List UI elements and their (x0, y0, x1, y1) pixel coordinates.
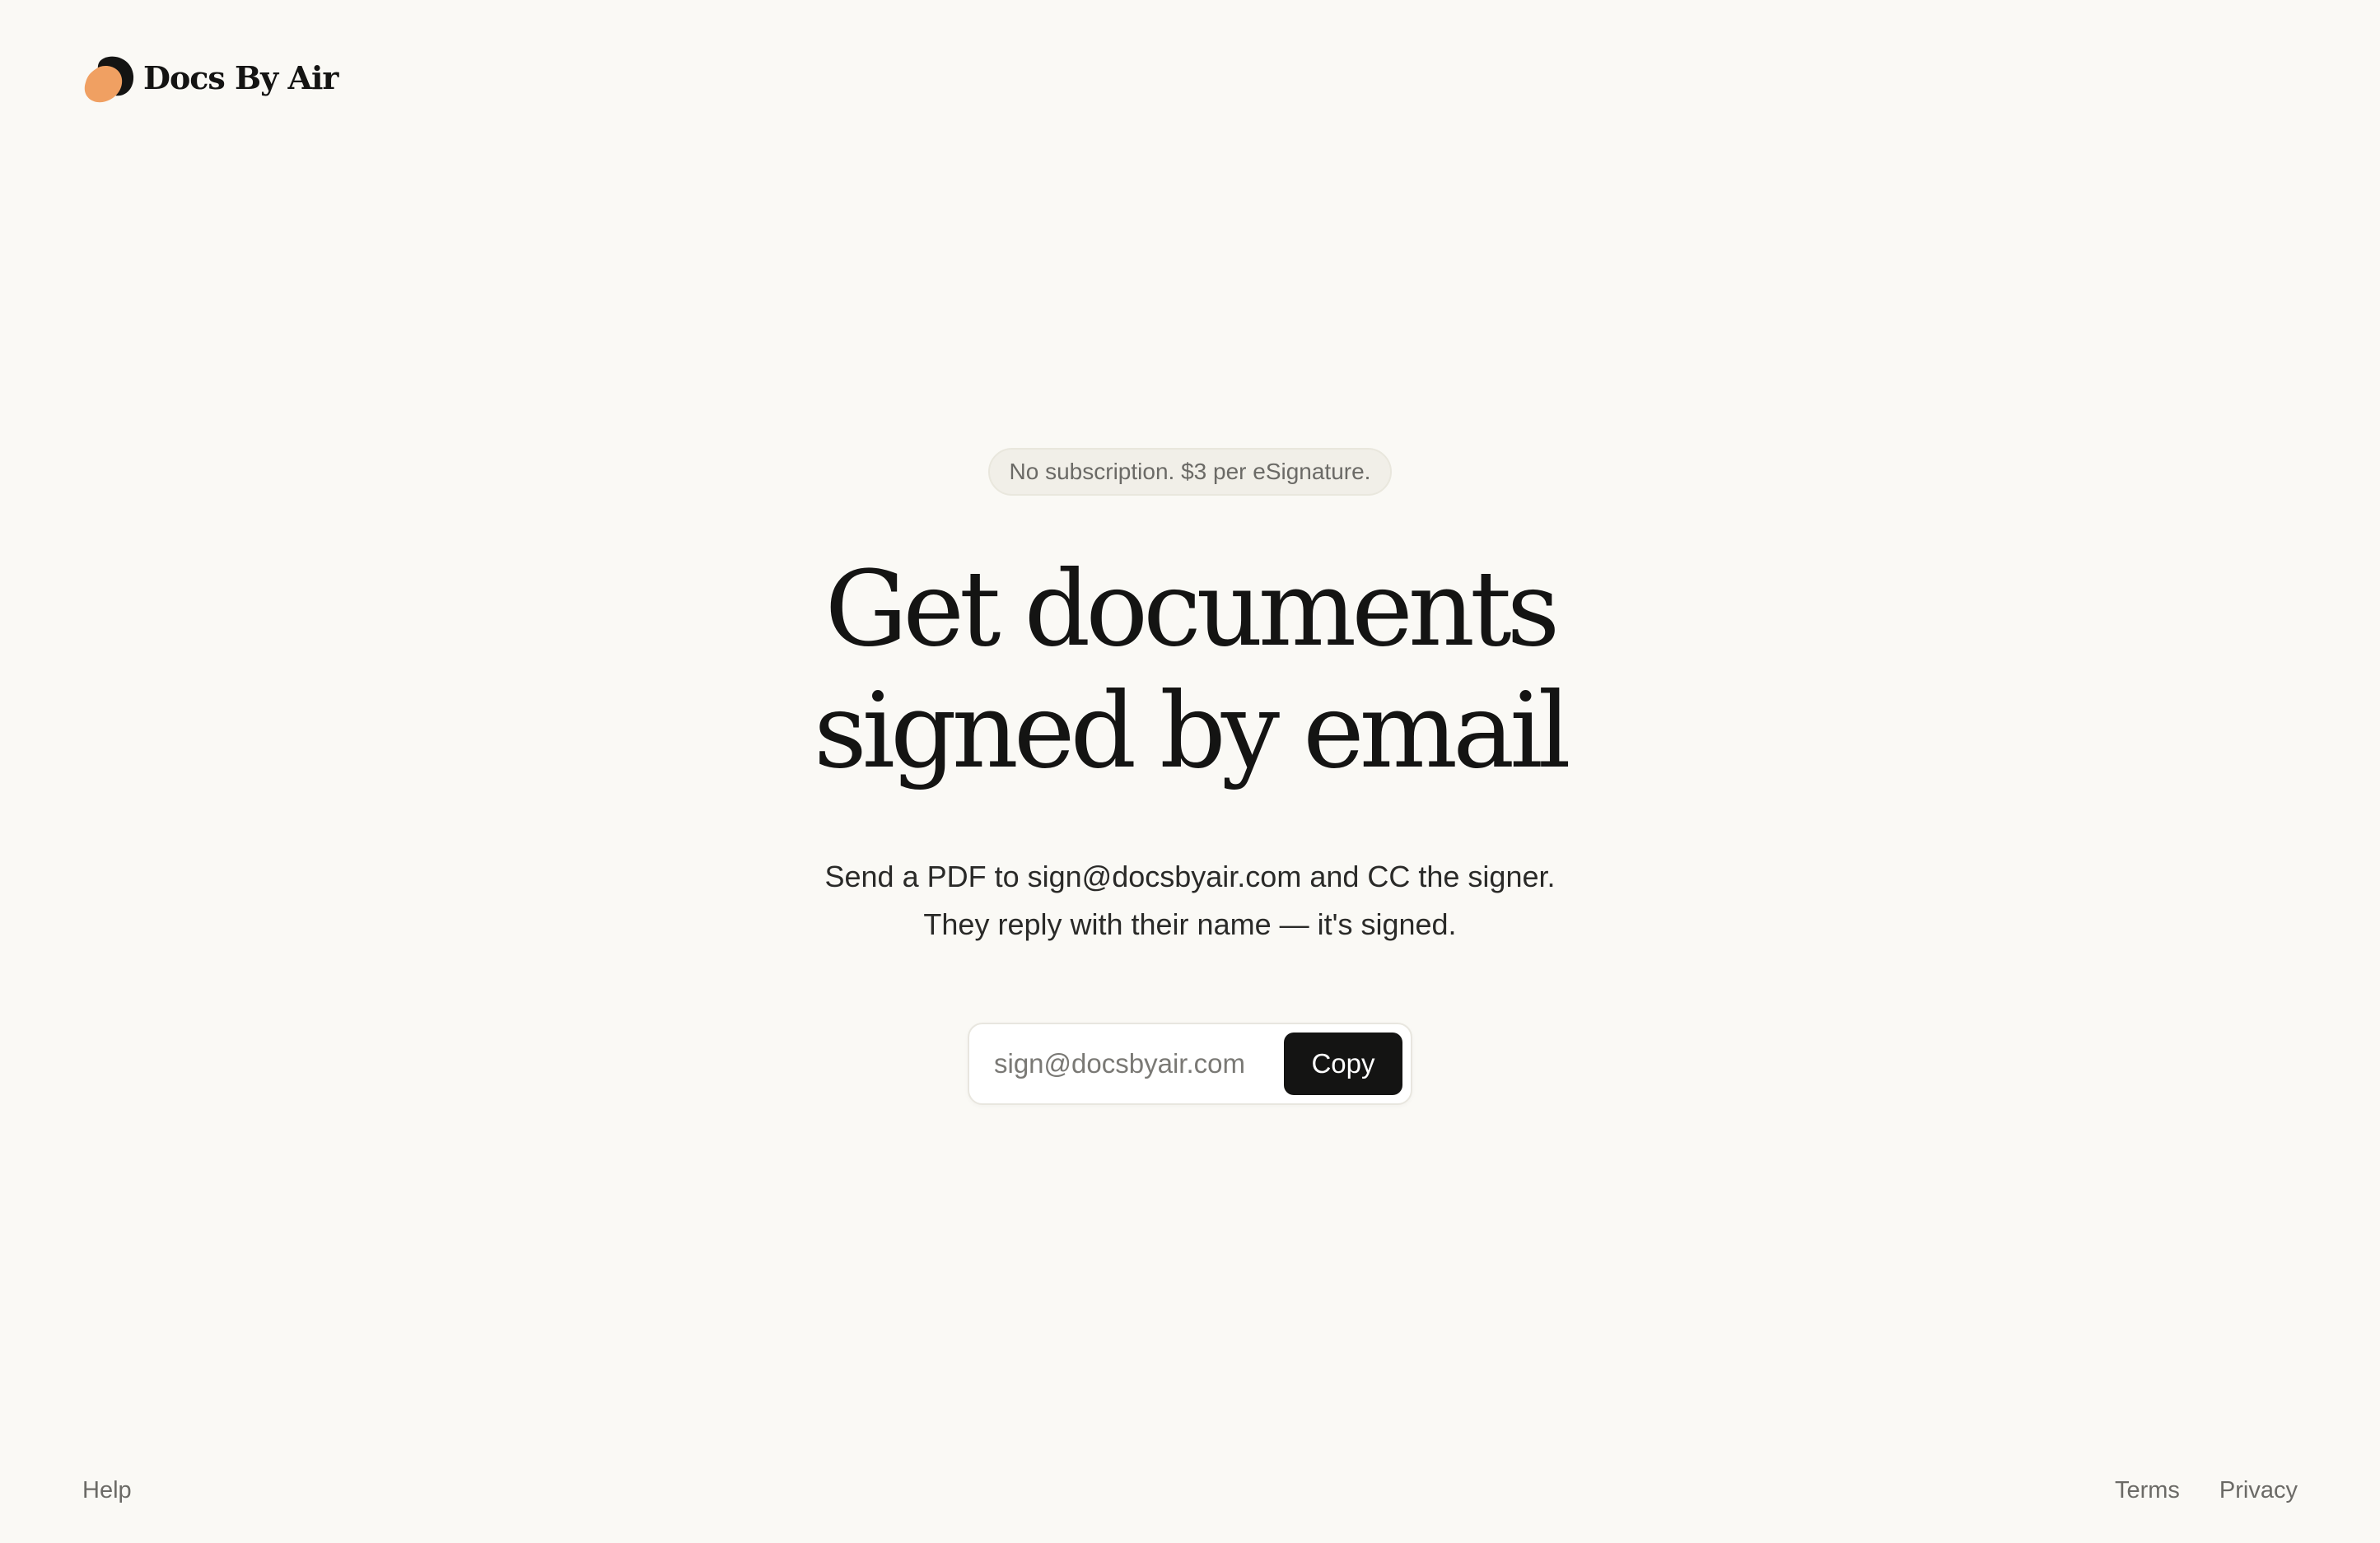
footer-terms-link[interactable]: Terms (2115, 1477, 2180, 1504)
headline-line-1: Get documents (824, 548, 1561, 669)
page-title: Get documents signed by email (814, 548, 1571, 792)
pricing-badge: No subscription. $3 per eSignature. (987, 448, 1393, 496)
footer-help-link[interactable]: Help (82, 1477, 132, 1504)
brand-name: Docs By Air (143, 58, 338, 96)
description-line-1: Send a PDF to sign@docsbyair.com and CC … (824, 860, 1556, 893)
email-address-field[interactable] (978, 1033, 1284, 1095)
hero-section: No subscription. $3 per eSignature. Get … (0, 448, 2380, 1105)
hero-description: Send a PDF to sign@docsbyair.com and CC … (825, 853, 1556, 949)
footer-privacy-link[interactable]: Privacy (2219, 1477, 2298, 1504)
footer-legal-nav: Terms Privacy (2115, 1477, 2298, 1504)
brand-logo-link[interactable]: Docs By Air (82, 51, 338, 104)
description-line-2: They reply with their name — it's signed… (923, 907, 1457, 941)
headline-line-2: signed by email (814, 670, 1571, 791)
brand-blob-icon (84, 56, 134, 103)
email-copy-box: Copy (968, 1023, 1412, 1105)
copy-button[interactable]: Copy (1284, 1033, 1402, 1095)
